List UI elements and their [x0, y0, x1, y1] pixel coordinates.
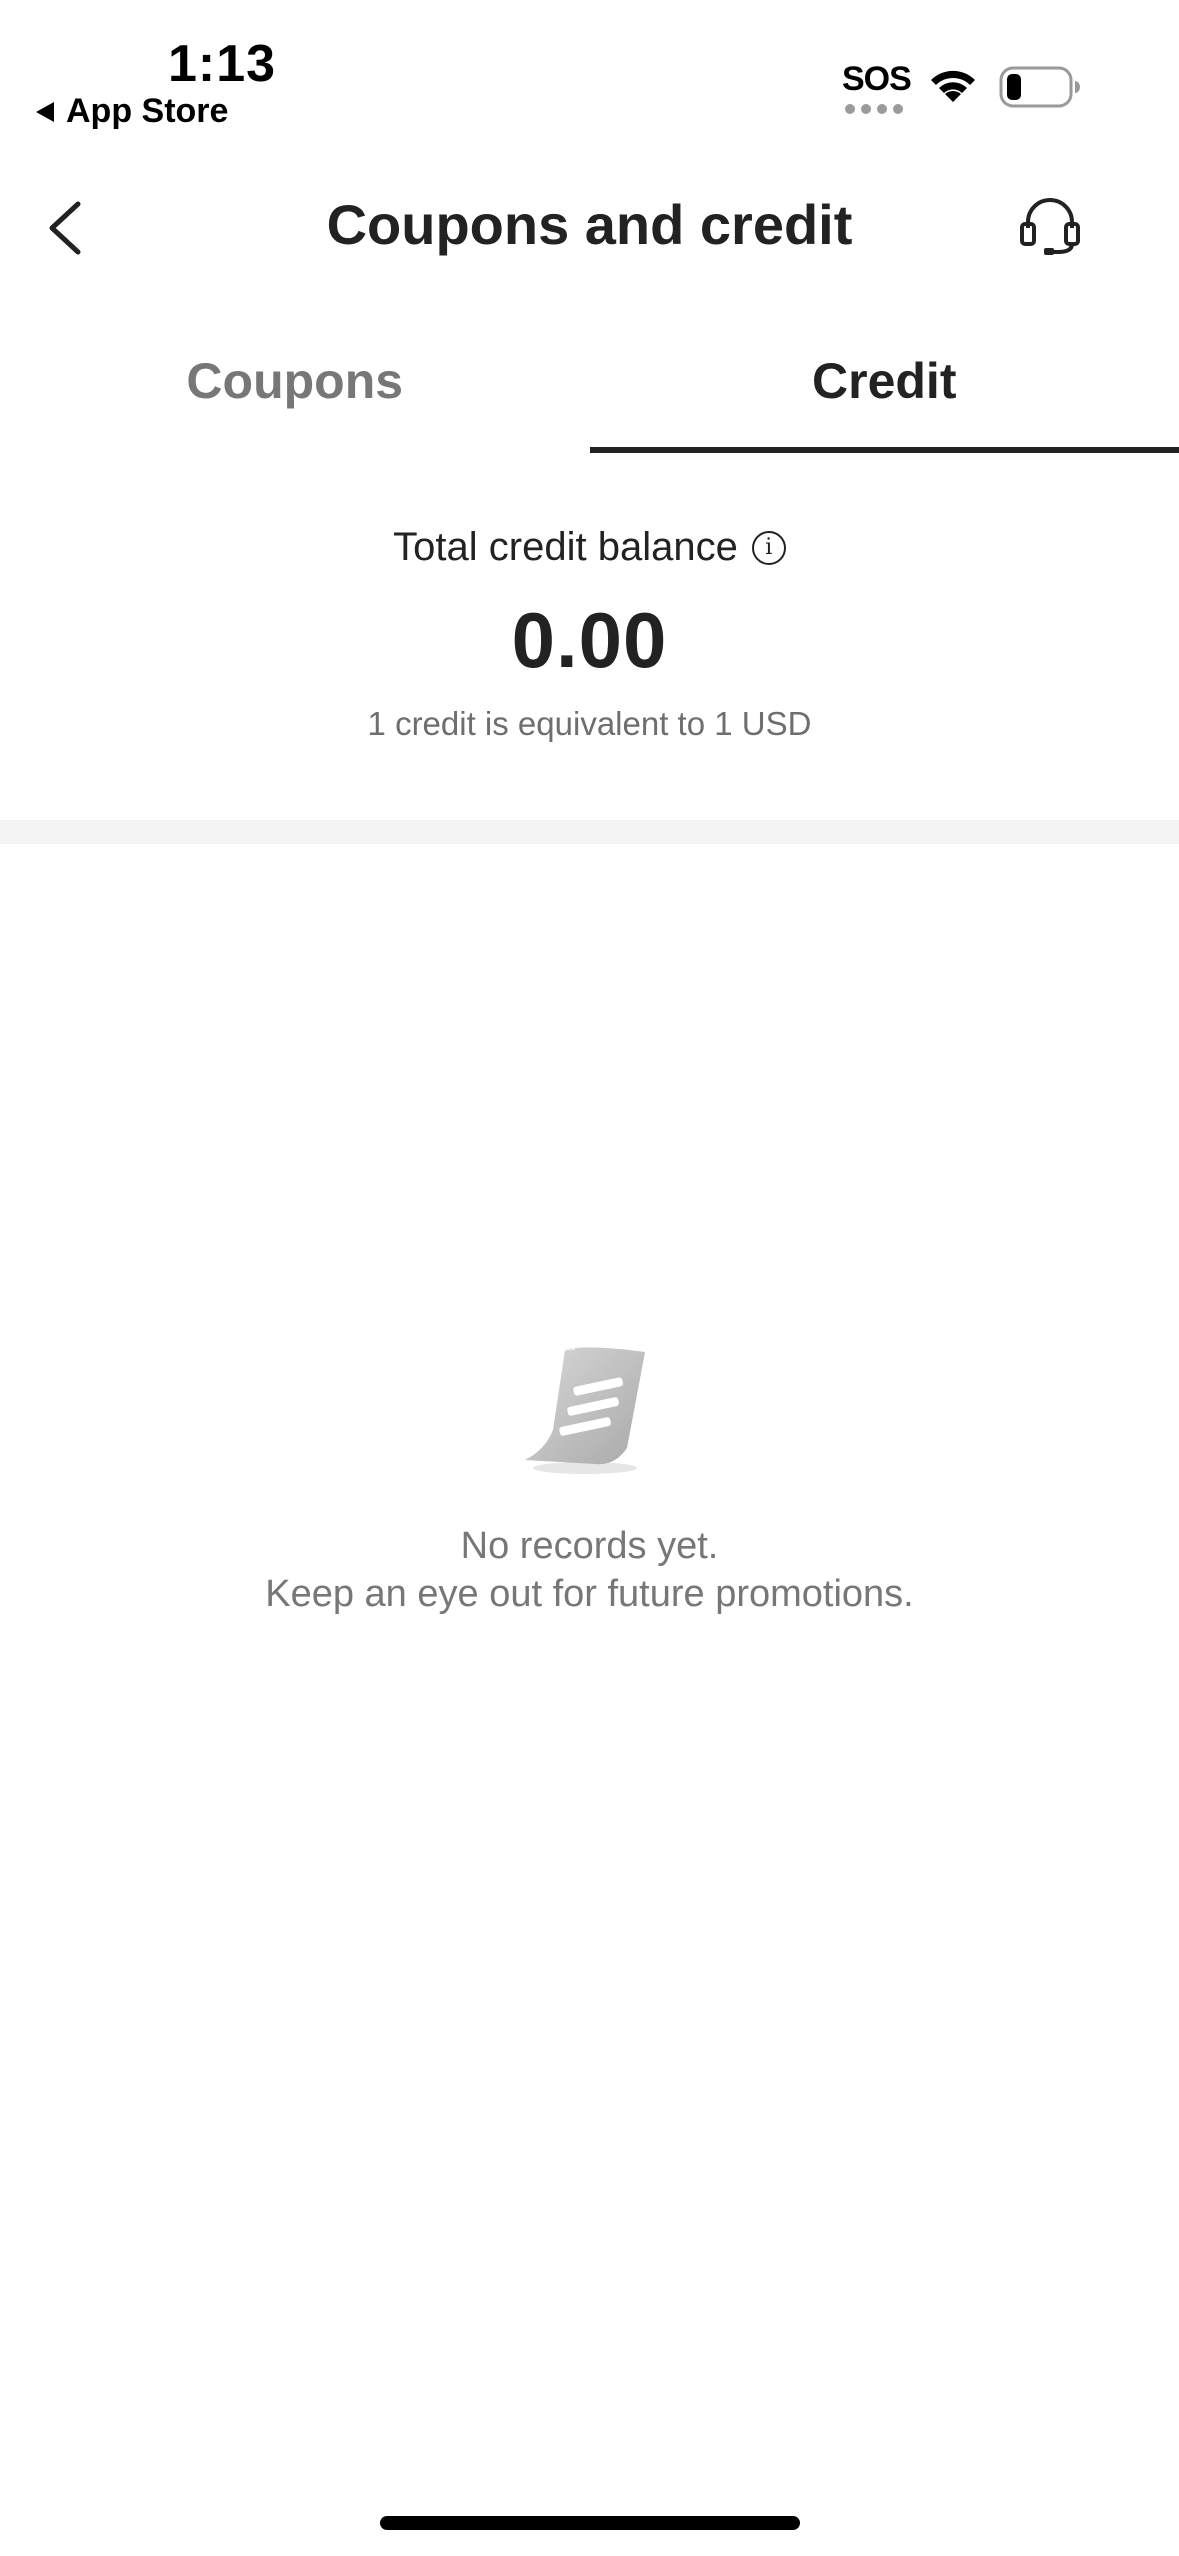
empty-subtitle: Keep an eye out for future promotions. — [265, 1573, 914, 1615]
credit-balance-section: Total credit balance i 0.00 1 credit is … — [0, 455, 1179, 820]
coupons-credit-screen: 1:13 App Store SOS Coupons and credit Co… — [0, 0, 1179, 2556]
status-bar: 1:13 App Store SOS — [0, 0, 1179, 150]
page-title: Coupons and credit — [326, 193, 853, 256]
empty-title: No records yet. — [460, 1525, 719, 1567]
sos-indicator: SOS — [842, 60, 912, 98]
document-icon — [524, 1347, 645, 1474]
tab-coupons[interactable]: Coupons — [0, 300, 590, 455]
back-app-label: App Store — [66, 92, 229, 130]
headset-icon[interactable] — [1018, 196, 1082, 256]
credit-conversion-note: 1 credit is equivalent to 1 USD — [367, 705, 812, 742]
back-to-app-store[interactable]: App Store — [36, 92, 228, 131]
back-triangle-icon — [36, 101, 54, 122]
tab-credit-label: Credit — [812, 353, 957, 409]
tab-coupons-label: Coupons — [186, 353, 404, 409]
status-time: 1:13 — [168, 35, 277, 93]
balance-label-row: Total credit balance i — [0, 525, 1179, 570]
battery-icon — [999, 66, 1080, 108]
info-icon[interactable]: i — [751, 530, 786, 565]
home-indicator[interactable] — [380, 2516, 800, 2530]
tab-credit[interactable]: Credit — [589, 300, 1179, 455]
section-divider — [0, 820, 1179, 844]
signal-dots-icon — [845, 104, 903, 114]
empty-state: No records yet. Keep an eye out for futu… — [0, 1340, 1179, 1618]
tab-bar: Coupons Credit — [0, 300, 1179, 455]
wifi-icon — [931, 70, 975, 102]
nav-header: Coupons and credit — [0, 150, 1179, 300]
balance-label: Total credit balance — [393, 525, 738, 569]
balance-amount: 0.00 — [511, 596, 668, 684]
status-indicators: SOS — [779, 0, 1179, 150]
